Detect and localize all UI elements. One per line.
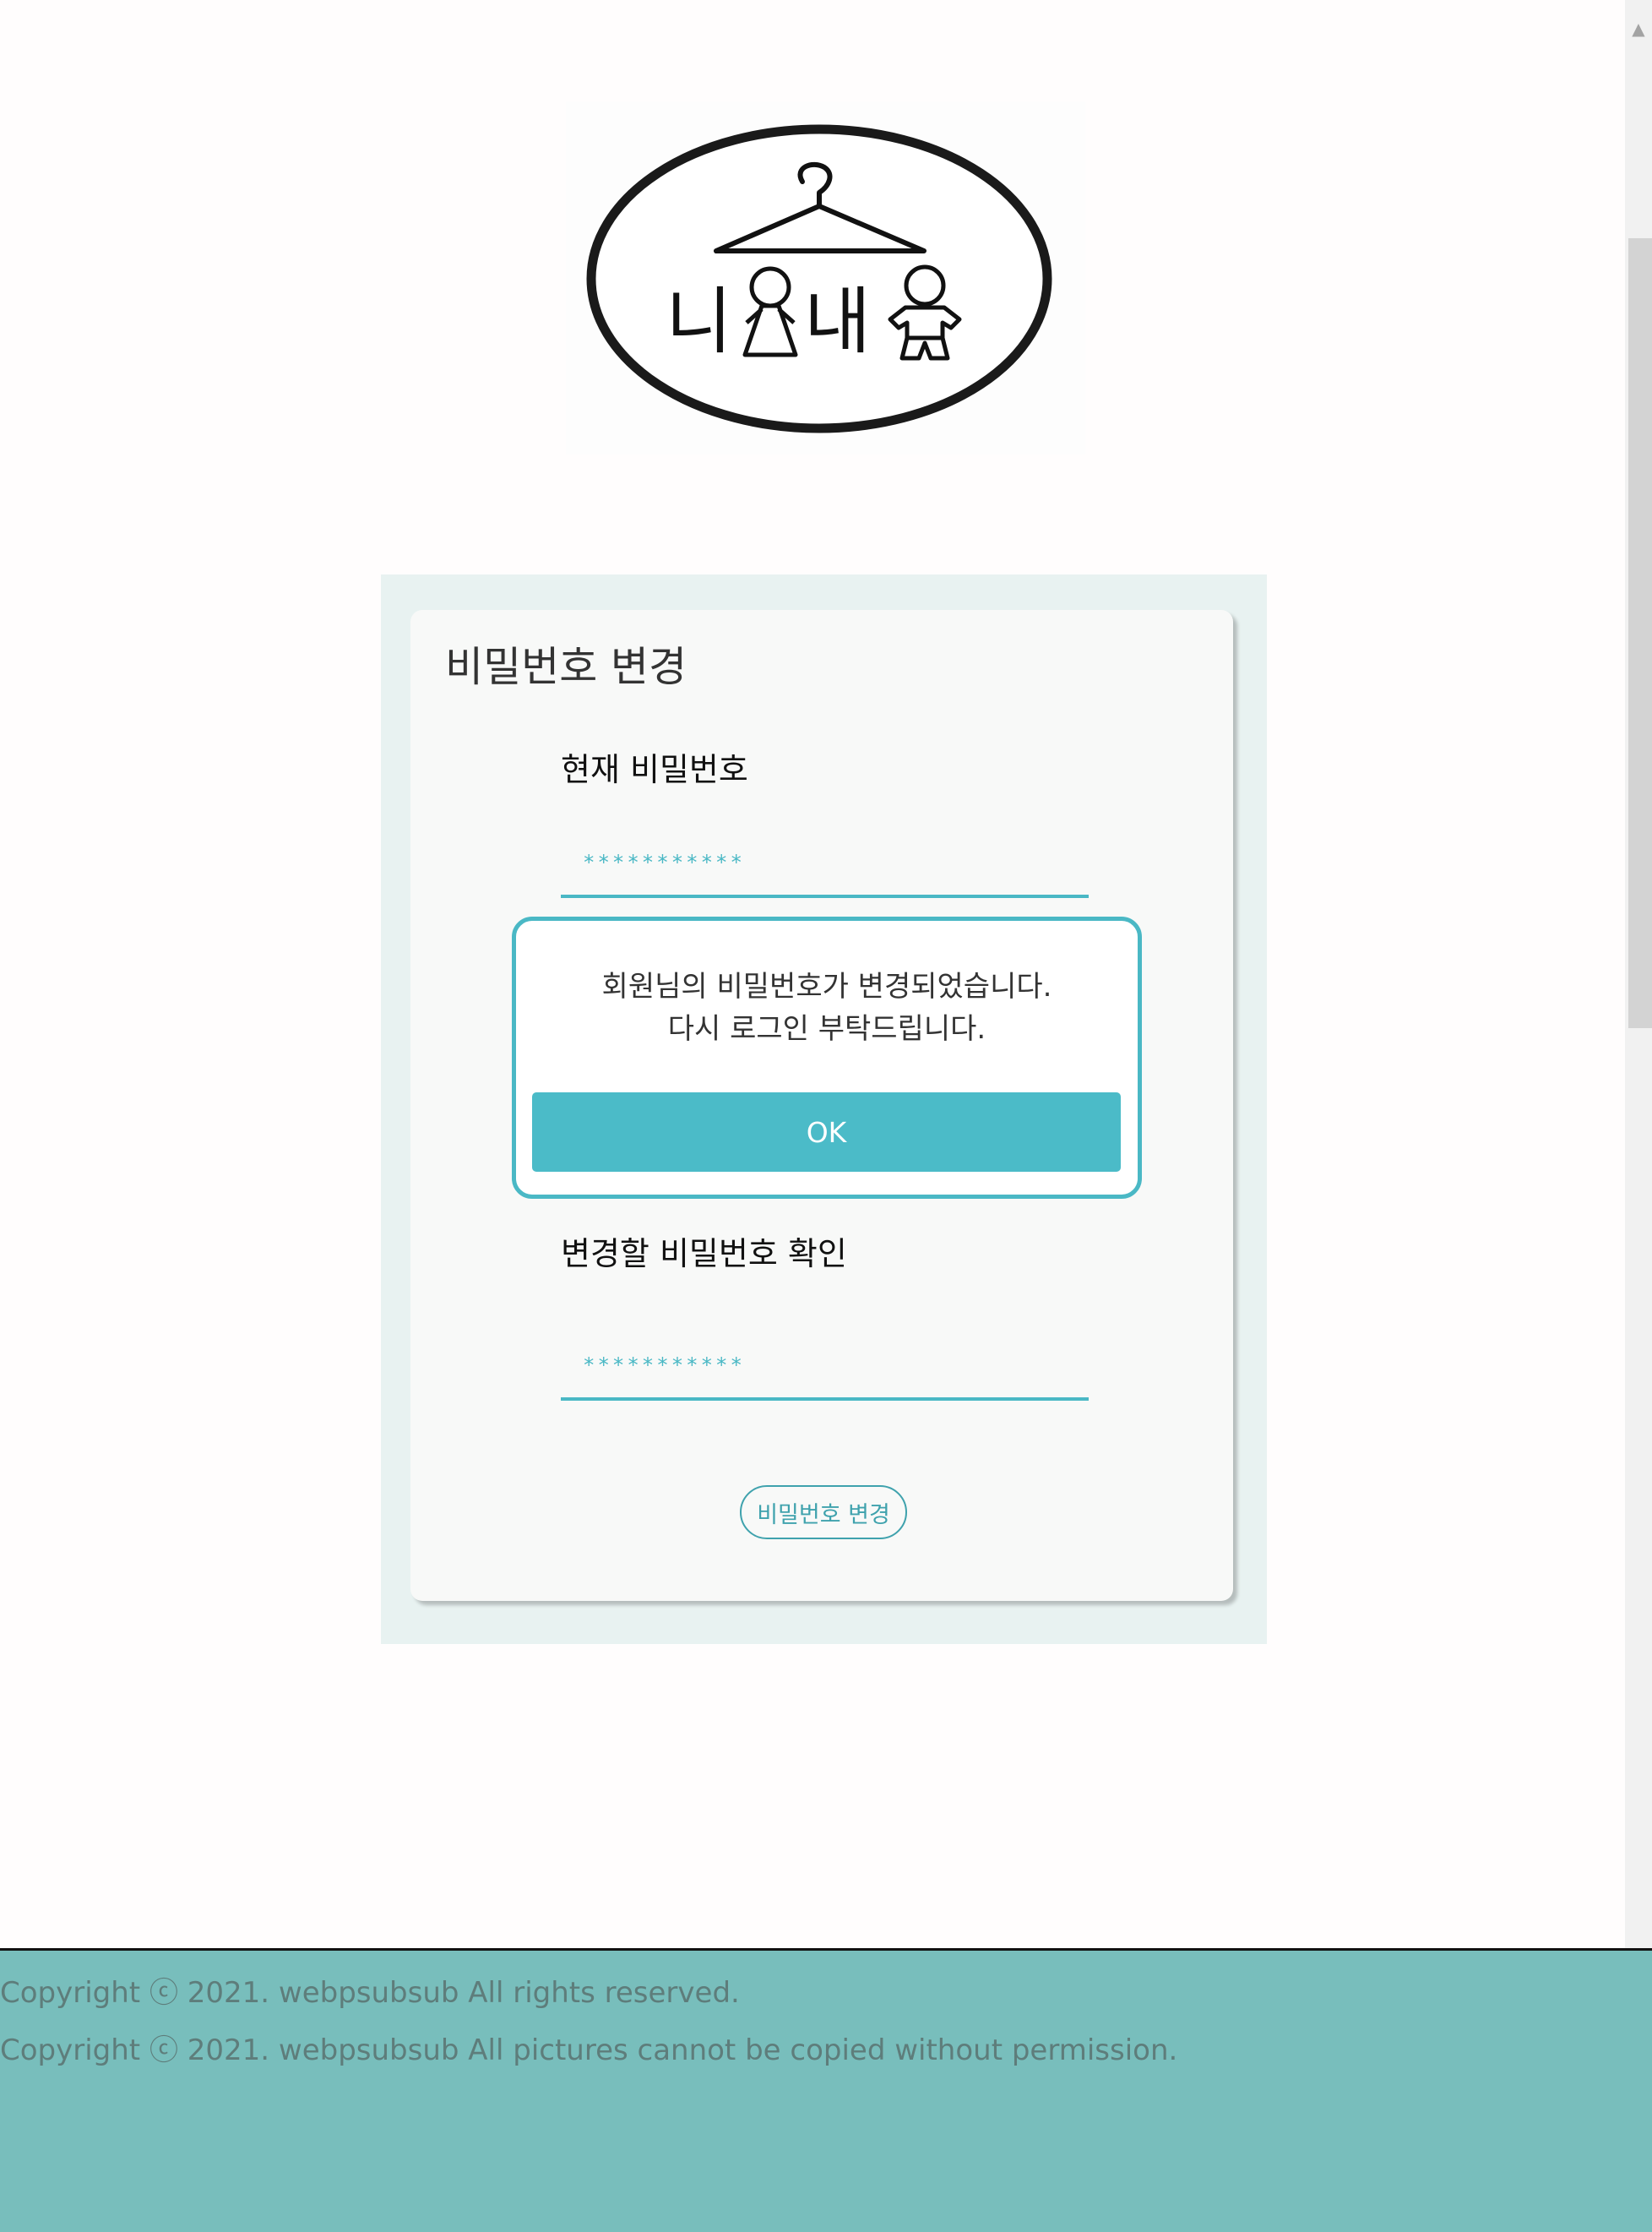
page-title: 비밀번호 변경: [445, 643, 687, 691]
logo-graphic: 니 내: [586, 124, 1052, 433]
confirm-password-label: 변경할 비밀번호 확인: [561, 1235, 847, 1272]
confirm-password-input[interactable]: [561, 1333, 1089, 1401]
site-logo[interactable]: 니 내: [566, 101, 1085, 455]
logo-text-1: 니: [666, 280, 732, 364]
footer-copyright-2: Copyright ⓒ 2021. webpsubsub All picture…: [0, 2033, 1178, 2067]
scrollbar-thumb[interactable]: [1628, 238, 1652, 1028]
current-password-label: 현재 비밀번호: [561, 751, 748, 788]
ok-button[interactable]: OK: [532, 1092, 1121, 1172]
modal-message-line2: 다시 로그인 부탁드립니다.: [667, 1012, 986, 1046]
logo-text-2: 내: [804, 280, 871, 364]
change-password-button[interactable]: 비밀번호 변경: [740, 1485, 907, 1539]
footer: Copyright ⓒ 2021. webpsubsub All rights …: [0, 1948, 1652, 2232]
success-modal: 회원님의 비밀번호가 변경되었습니다. 다시 로그인 부탁드립니다. OK: [512, 917, 1142, 1199]
current-password-input[interactable]: [561, 830, 1089, 898]
scroll-up-arrow-icon[interactable]: ▲: [1625, 12, 1652, 46]
vertical-scrollbar[interactable]: ▲: [1625, 0, 1652, 1948]
footer-copyright-1: Copyright ⓒ 2021. webpsubsub All rights …: [0, 1976, 740, 2010]
modal-message-line1: 회원님의 비밀번호가 변경되었습니다.: [601, 970, 1052, 1004]
